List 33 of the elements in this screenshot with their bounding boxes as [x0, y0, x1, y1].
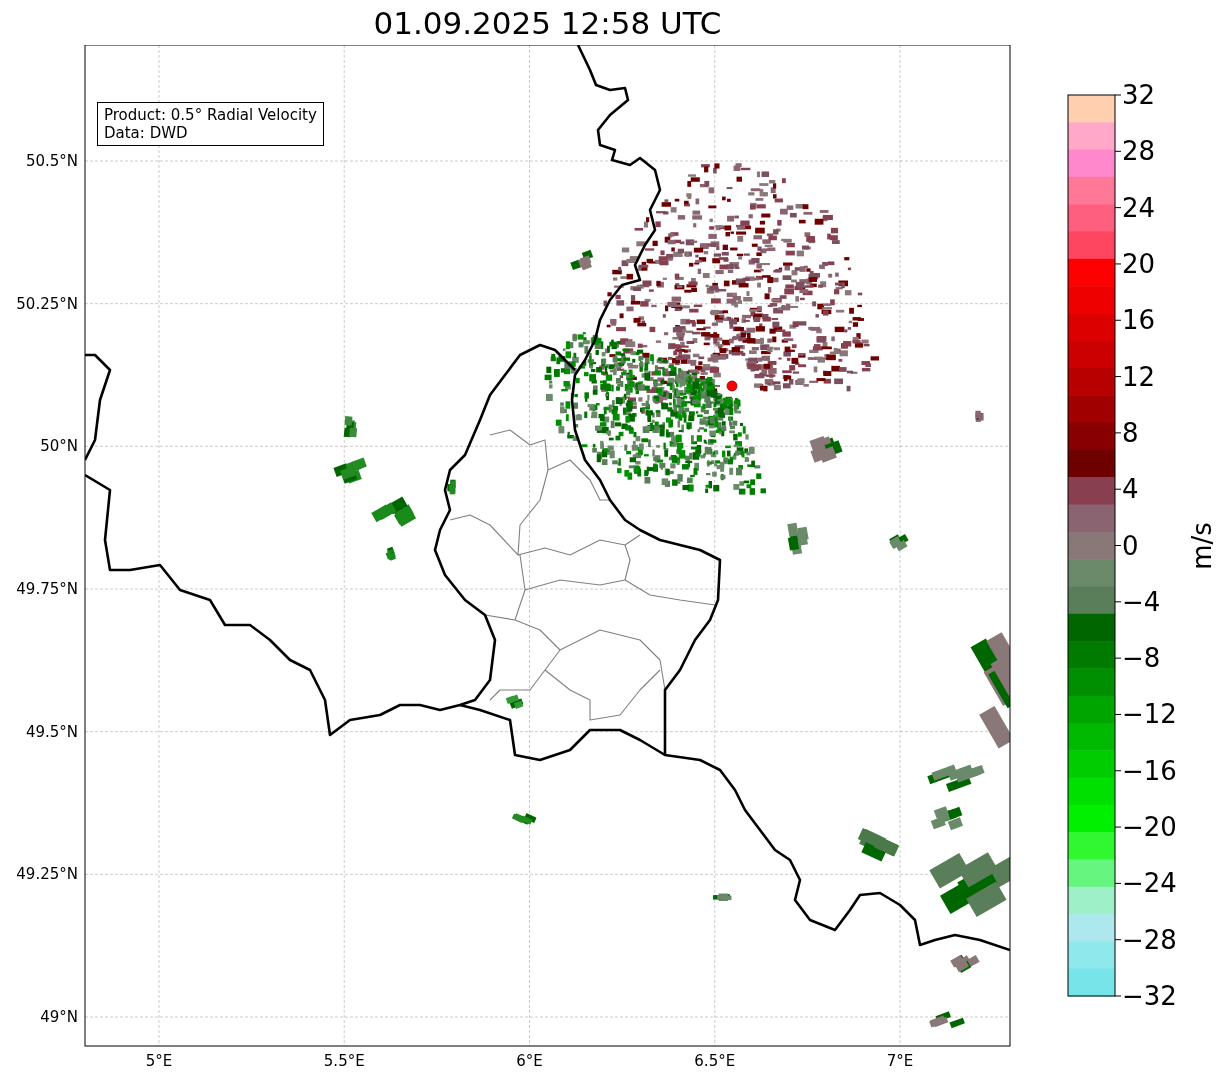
latitude-label: 50.25°N — [16, 294, 78, 313]
latitude-label: 49.25°N — [16, 865, 78, 884]
longitude-label: 6°E — [516, 1052, 543, 1070]
colorbar-tick-label: −4 — [1122, 586, 1161, 617]
latitude-label: 49.5°N — [25, 722, 78, 741]
colorbar-tick-label: 4 — [1122, 474, 1139, 505]
colorbar-tick-label: 32 — [1122, 80, 1156, 110]
colorbar-tick-label: 20 — [1122, 248, 1156, 279]
colorbar-tick-label: 0 — [1122, 530, 1139, 561]
longitude-label: 5°E — [145, 1052, 173, 1070]
colorbar-tick-label: 24 — [1122, 192, 1156, 223]
colorbar-tick-label: −8 — [1122, 643, 1161, 674]
colorbar-tick-label: −32 — [1122, 981, 1177, 1011]
colorbar-tick-label: 8 — [1122, 417, 1139, 448]
radar-site-icon — [726, 380, 738, 392]
latitude-label: 50.5°N — [25, 152, 78, 170]
colorbar-tick-label: −16 — [1122, 755, 1177, 786]
colorbar-tick-label: −12 — [1122, 699, 1177, 730]
latitude-label: 50°N — [40, 437, 78, 456]
latitude-label: 49.75°N — [16, 580, 78, 598]
longitude-label: 5.5°E — [323, 1052, 365, 1070]
longitude-label: 6.5°E — [694, 1052, 736, 1070]
colorbar-tick-label: 12 — [1122, 361, 1156, 392]
colorbar-tick-label: −20 — [1122, 812, 1177, 843]
colorbar-tick-label: 16 — [1122, 305, 1156, 336]
colorbar-unit-label: m/s — [1187, 522, 1217, 570]
chart-title: 01.09.2025 12:58 UTC — [372, 3, 723, 43]
info-legend: Product: 0.5° Radial Velocity Data: DWD — [97, 102, 324, 146]
latitude-label: 49°N — [40, 1008, 78, 1026]
colorbar-tick-label: 28 — [1122, 136, 1156, 167]
colorbar-tick-label: −28 — [1122, 924, 1177, 955]
colorbar-tick-label: −24 — [1122, 868, 1177, 899]
longitude-label: 7°E — [886, 1052, 914, 1070]
